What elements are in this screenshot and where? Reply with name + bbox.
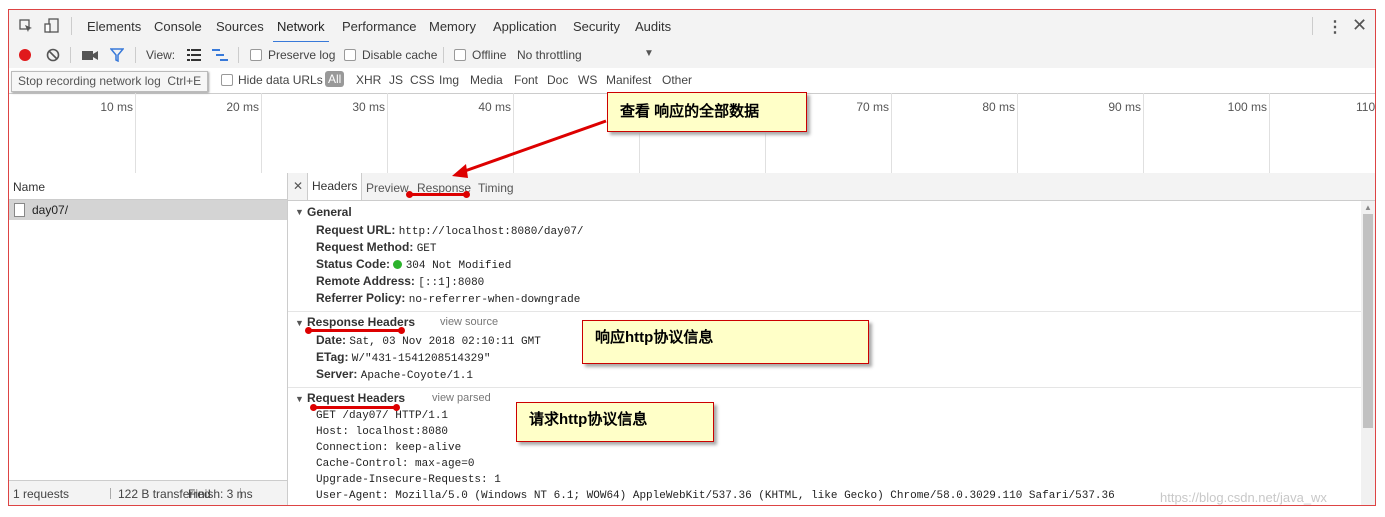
- underline-end-dot: [393, 404, 400, 411]
- underline-end-dot: [305, 327, 312, 334]
- annotation-response-data: 查看 响应的全部数据: [607, 92, 807, 132]
- watermark: https://blog.csdn.net/java_wx: [1160, 490, 1327, 505]
- underline-end-dot: [398, 327, 405, 334]
- request-headers-underline: [314, 406, 398, 409]
- underline-end-dot: [406, 191, 413, 198]
- response-tab-underline: [410, 193, 468, 196]
- underline-end-dot: [310, 404, 317, 411]
- underline-end-dot: [463, 191, 470, 198]
- annotation-response-http: 响应http协议信息: [582, 320, 869, 364]
- annotation-request-http: 请求http协议信息: [516, 402, 714, 442]
- response-headers-underline: [309, 329, 403, 332]
